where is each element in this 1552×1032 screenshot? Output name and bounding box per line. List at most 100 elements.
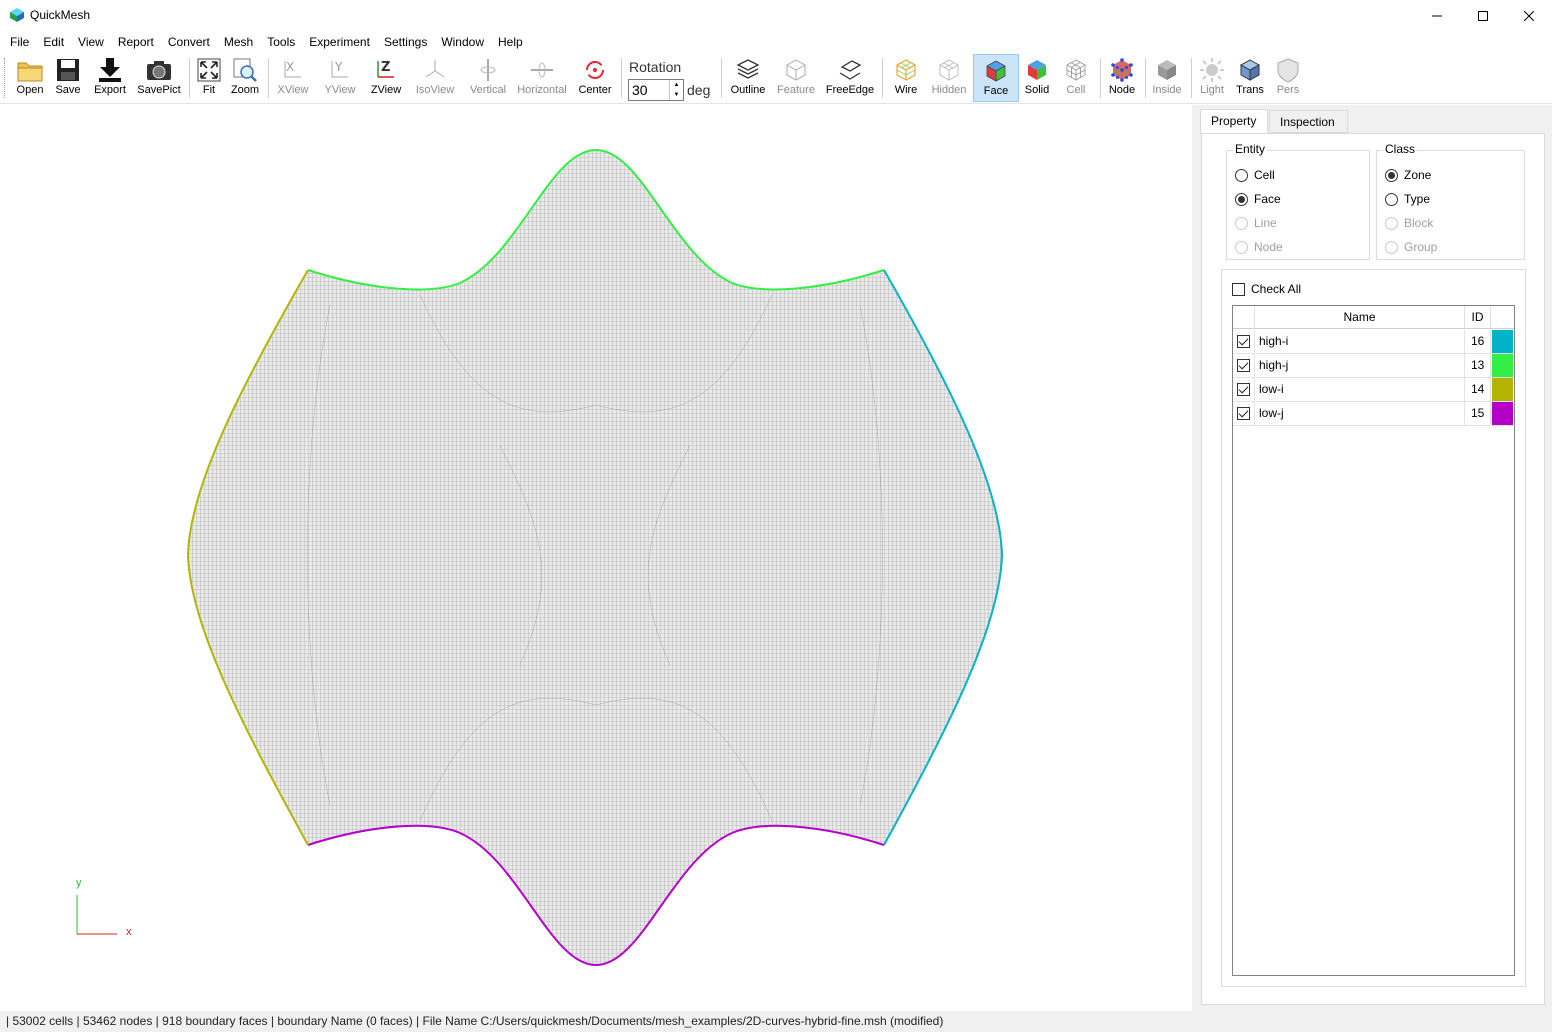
- inside-button[interactable]: Inside: [1149, 54, 1185, 102]
- tab-property[interactable]: Property: [1200, 109, 1268, 134]
- center-button[interactable]: Center: [574, 54, 616, 102]
- xview-button[interactable]: X XView: [274, 54, 312, 102]
- header-id[interactable]: ID: [1465, 306, 1491, 328]
- row-color-swatch[interactable]: [1492, 402, 1513, 425]
- menu-experiment[interactable]: Experiment: [302, 32, 377, 52]
- feature-cube-icon: [786, 59, 806, 81]
- menu-tools[interactable]: Tools: [260, 32, 302, 52]
- close-button[interactable]: [1506, 0, 1552, 31]
- outline-button[interactable]: Outline: [727, 54, 769, 102]
- radio-icon: [1385, 240, 1398, 254]
- axis-y-label: y: [76, 877, 82, 889]
- class-radio-zone[interactable]: Zone: [1385, 168, 1431, 182]
- title-bar: QuickMesh: [0, 0, 1552, 31]
- toolbar-separator: [268, 58, 269, 98]
- row-checkbox[interactable]: [1233, 354, 1255, 377]
- zview-button[interactable]: Z ZView: [366, 54, 406, 102]
- class-group-title: Class: [1383, 142, 1418, 156]
- axis-x-label: x: [126, 926, 132, 938]
- row-checkbox[interactable]: [1233, 402, 1255, 425]
- table-row[interactable]: low-i 14: [1233, 378, 1514, 402]
- rotation-spin-arrows[interactable]: ▲ ▼: [669, 80, 683, 100]
- row-color-swatch[interactable]: [1492, 330, 1513, 353]
- menu-view[interactable]: View: [71, 32, 111, 52]
- z-axis-view-icon: Z: [377, 60, 394, 78]
- zoom-button[interactable]: Zoom: [228, 54, 262, 102]
- face-button[interactable]: Face: [973, 54, 1019, 102]
- close-icon: [1524, 10, 1534, 21]
- savepict-button[interactable]: SavePict: [136, 54, 182, 102]
- entity-radio-node[interactable]: Node: [1235, 240, 1283, 254]
- row-checkbox[interactable]: [1233, 330, 1255, 353]
- toolbar-grip[interactable]: [4, 58, 7, 98]
- open-button[interactable]: Open: [12, 54, 48, 102]
- hidden-button[interactable]: Hidden: [928, 54, 970, 102]
- menu-convert[interactable]: Convert: [161, 32, 217, 52]
- spin-up-icon[interactable]: ▲: [670, 80, 683, 90]
- horizontal-rotate-button[interactable]: Horizontal: [514, 54, 570, 102]
- trans-button[interactable]: Trans: [1232, 54, 1268, 102]
- row-color-swatch[interactable]: [1492, 354, 1513, 377]
- vertical-rotate-button[interactable]: Vertical: [466, 54, 510, 102]
- toolbar-separator: [882, 58, 883, 98]
- menu-report[interactable]: Report: [111, 32, 161, 52]
- entity-radio-cell[interactable]: Cell: [1235, 168, 1275, 182]
- menu-file[interactable]: File: [3, 32, 36, 52]
- radio-icon: [1385, 216, 1398, 230]
- solid-button[interactable]: Solid: [1020, 54, 1054, 102]
- wire-button[interactable]: Wire: [888, 54, 924, 102]
- class-radio-type[interactable]: Type: [1385, 192, 1430, 206]
- menu-window[interactable]: Window: [434, 32, 491, 52]
- fit-arrows-icon: [197, 58, 221, 82]
- export-button[interactable]: Export: [90, 54, 130, 102]
- node-button[interactable]: Node: [1104, 54, 1140, 102]
- radio-icon: [1235, 240, 1248, 254]
- table-row[interactable]: high-j 13: [1233, 354, 1514, 378]
- table-row[interactable]: high-i 16: [1233, 330, 1514, 354]
- toolbar-separator: [621, 58, 622, 98]
- menu-help[interactable]: Help: [491, 32, 530, 52]
- tab-inspection[interactable]: Inspection: [1269, 110, 1348, 133]
- minimize-button[interactable]: [1414, 0, 1460, 31]
- status-bar: | 53002 cells | 53462 nodes | 918 bounda…: [0, 1011, 1552, 1032]
- feature-button[interactable]: Feature: [774, 54, 818, 102]
- entity-group-title: Entity: [1233, 142, 1268, 156]
- save-button[interactable]: Save: [50, 54, 86, 102]
- row-id: 15: [1465, 402, 1491, 425]
- entity-radio-line[interactable]: Line: [1235, 216, 1277, 230]
- panel-splitter[interactable]: [1192, 105, 1200, 1011]
- entity-group: Entity Cell Face Line Node: [1226, 142, 1370, 260]
- check-all-checkbox[interactable]: Check All: [1232, 282, 1301, 296]
- table-row[interactable]: low-j 15: [1233, 402, 1514, 426]
- isoview-button[interactable]: IsoView: [412, 54, 458, 102]
- checkbox-icon: [1232, 282, 1245, 296]
- light-button[interactable]: Light: [1195, 54, 1229, 102]
- mesh-canvas[interactable]: [0, 105, 1192, 1011]
- entity-radio-face[interactable]: Face: [1235, 192, 1281, 206]
- fit-button[interactable]: Fit: [194, 54, 224, 102]
- checkbox-checked-icon: [1237, 359, 1250, 372]
- row-checkbox[interactable]: [1233, 378, 1255, 401]
- class-radio-block[interactable]: Block: [1385, 216, 1433, 230]
- rotation-spinbox[interactable]: ▲ ▼: [628, 79, 684, 101]
- spin-down-icon[interactable]: ▼: [670, 90, 683, 100]
- mesh-viewport[interactable]: [0, 105, 1192, 1011]
- pers-button[interactable]: Pers: [1272, 54, 1304, 102]
- rotation-input[interactable]: [629, 80, 667, 100]
- window-title: QuickMesh: [30, 8, 91, 22]
- class-radio-group[interactable]: Group: [1385, 240, 1437, 254]
- row-color-swatch[interactable]: [1492, 378, 1513, 401]
- maximize-button[interactable]: [1460, 0, 1506, 31]
- row-id: 16: [1465, 330, 1491, 353]
- zoom-magnifier-icon: [233, 58, 257, 82]
- property-tab-content: Entity Cell Face Line Node Class Zone Ty…: [1201, 133, 1545, 1005]
- header-name[interactable]: Name: [1255, 306, 1465, 328]
- menu-mesh[interactable]: Mesh: [217, 32, 260, 52]
- menu-edit[interactable]: Edit: [36, 32, 71, 52]
- yview-button[interactable]: Y YView: [320, 54, 360, 102]
- freeedge-button[interactable]: FreeEdge: [824, 54, 876, 102]
- svg-text:Y: Y: [334, 60, 343, 74]
- cell-button[interactable]: Cell: [1058, 54, 1094, 102]
- isometric-view-icon: [425, 60, 445, 78]
- menu-settings[interactable]: Settings: [377, 32, 434, 52]
